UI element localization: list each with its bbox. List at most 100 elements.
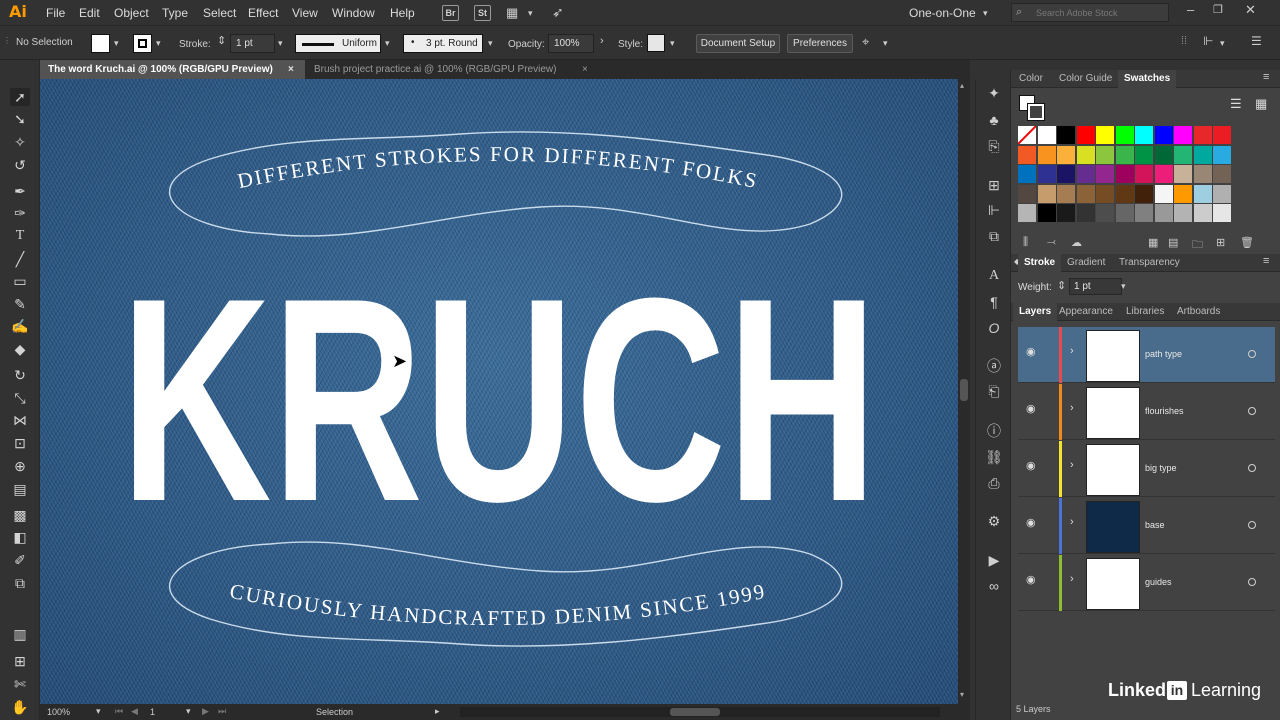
width-tool-icon[interactable]: ⋈ xyxy=(10,411,30,429)
hand-tool-icon[interactable]: ✋ xyxy=(10,698,30,716)
layer-name[interactable]: guides xyxy=(1145,577,1172,587)
style-chevron-icon[interactable]: ▾ xyxy=(670,38,675,49)
color-swatch[interactable] xyxy=(1096,204,1114,222)
pen-tool-icon[interactable]: ✒ xyxy=(10,182,30,200)
artboard-tool-icon[interactable]: ⊞ xyxy=(10,652,30,670)
tab-artboards[interactable]: Artboards xyxy=(1171,303,1226,321)
artboard-chevron-icon[interactable]: ▾ xyxy=(186,706,191,717)
tab-swatches[interactable]: Swatches xyxy=(1118,70,1177,88)
color-swatch[interactable] xyxy=(1018,165,1036,183)
blend-tool-icon[interactable]: ⧉ xyxy=(10,574,30,592)
tab-libraries[interactable]: Libraries xyxy=(1120,303,1170,321)
arrange-icon[interactable]: ⌖ xyxy=(862,34,869,50)
list-view-icon[interactable]: ☰ xyxy=(1230,96,1242,112)
layer-row[interactable]: ◉ › flourishes xyxy=(1018,384,1275,440)
scroll-down-icon[interactable]: ▾ xyxy=(960,690,964,699)
color-swatch[interactable] xyxy=(1057,126,1075,144)
layer-name[interactable]: flourishes xyxy=(1145,406,1184,416)
color-swatch[interactable] xyxy=(1018,145,1036,164)
target-icon[interactable] xyxy=(1248,578,1256,586)
tab-kruch-document[interactable]: The word Kruch.ai @ 100% (RGB/GPU Previe… xyxy=(40,60,305,79)
weight-chevron-icon[interactable]: ▾ xyxy=(1121,281,1126,292)
eye-icon[interactable]: ◉ xyxy=(1026,459,1036,472)
color-swatch[interactable] xyxy=(1213,165,1231,183)
first-artboard-icon[interactable]: ⏮ xyxy=(115,706,123,717)
delete-swatch-icon[interactable]: 🗑 xyxy=(1240,236,1254,249)
expand-chevron-icon[interactable]: › xyxy=(1070,345,1074,357)
target-icon[interactable] xyxy=(1248,350,1256,358)
color-swatch[interactable] xyxy=(1076,126,1095,144)
layer-name[interactable]: base xyxy=(1145,520,1165,530)
color-swatch[interactable] xyxy=(1174,204,1192,222)
document-setup-button[interactable]: Document Setup xyxy=(696,34,780,53)
color-swatch[interactable] xyxy=(1115,204,1134,222)
selection-tool-icon[interactable]: ➚ xyxy=(10,88,30,106)
color-swatch[interactable] xyxy=(1037,204,1056,222)
character-panel-icon[interactable]: A xyxy=(985,267,1003,285)
zoom-level[interactable]: 100% xyxy=(47,707,70,717)
color-swatch[interactable] xyxy=(1213,184,1231,203)
opacity-input[interactable]: 100% xyxy=(548,34,594,53)
paragraph-panel-icon[interactable]: ¶ xyxy=(985,293,1003,311)
tab-gradient[interactable]: Gradient xyxy=(1061,254,1111,272)
brush-chevron-icon[interactable]: ▾ xyxy=(488,38,493,49)
opentype-panel-icon[interactable]: O xyxy=(985,319,1003,337)
layer-row[interactable]: ◉ › guides xyxy=(1018,555,1275,611)
magic-wand-icon[interactable]: ✧ xyxy=(10,133,30,151)
actions-play-icon[interactable]: ▶ xyxy=(985,551,1003,569)
tab-color-guide[interactable]: Color Guide xyxy=(1053,70,1118,88)
add-selected-icon[interactable]: ⤙ xyxy=(1047,236,1056,249)
color-swatch[interactable] xyxy=(1096,126,1114,144)
puppet-warp-icon[interactable]: ✦ xyxy=(985,84,1003,102)
info-panel-icon[interactable]: ⓘ xyxy=(985,422,1003,440)
color-swatch[interactable] xyxy=(1076,184,1095,203)
workspace-chevron-icon[interactable]: ▾ xyxy=(983,8,988,19)
expand-chevron-icon[interactable]: › xyxy=(1070,402,1074,414)
direct-selection-tool-icon[interactable]: ➘ xyxy=(10,110,30,128)
vertical-scrollbar[interactable]: ▴ ▾ xyxy=(958,79,970,704)
expand-chevron-icon[interactable]: › xyxy=(1070,516,1074,528)
eye-icon[interactable]: ◉ xyxy=(1026,573,1036,586)
workspace-switcher[interactable]: One-on-One xyxy=(909,6,976,20)
rectangle-tool-icon[interactable]: ▭ xyxy=(10,272,30,290)
bottom-path-text[interactable]: CURIOUSLY HANDCRAFTED DENIM SINCE 1999 xyxy=(228,579,768,630)
h-scroll-thumb[interactable] xyxy=(670,708,720,716)
swatch-libraries-icon[interactable]: ⫼ xyxy=(1023,236,1028,249)
tab-appearance[interactable]: Appearance xyxy=(1053,303,1119,321)
menu-edit[interactable]: Edit xyxy=(79,6,100,20)
artboard-number[interactable]: 1 xyxy=(150,707,155,717)
bridge-icon[interactable]: Br xyxy=(442,5,459,21)
color-swatch[interactable] xyxy=(1193,184,1212,203)
zoom-chevron-icon[interactable]: ▾ xyxy=(96,706,101,717)
type-tool-icon[interactable]: T xyxy=(10,227,30,245)
curvature-tool-icon[interactable]: ✑ xyxy=(10,204,30,222)
color-swatch[interactable] xyxy=(1018,204,1036,222)
color-swatch[interactable] xyxy=(1096,145,1114,164)
color-swatch[interactable] xyxy=(1096,165,1114,183)
color-swatch[interactable] xyxy=(1174,126,1192,144)
align-icon[interactable]: ⁞⁞ xyxy=(1181,35,1187,47)
shaper-tool-icon[interactable]: ✍ xyxy=(10,317,30,335)
horizontal-scrollbar[interactable] xyxy=(460,707,940,717)
links-panel-icon[interactable]: ⛓ xyxy=(985,448,1003,466)
stroke-profile-dropdown[interactable]: Uniform xyxy=(295,34,381,53)
top-path-text[interactable]: DIFFERENT STROKES FOR DIFFERENT FOLKS xyxy=(235,142,760,193)
layer-row[interactable]: ◉ › base xyxy=(1018,498,1275,554)
minimize-icon[interactable]: – xyxy=(1187,2,1194,17)
color-swatch[interactable] xyxy=(1135,145,1153,164)
color-swatch[interactable] xyxy=(1096,184,1114,203)
tab-layers[interactable]: Layers xyxy=(1013,303,1058,321)
close-tab-icon[interactable]: × xyxy=(288,60,294,79)
glyphs-panel-icon[interactable]: ⓐ xyxy=(985,357,1003,375)
show-kinds-icon[interactable]: ▦ xyxy=(1148,236,1158,249)
menu-type[interactable]: Type xyxy=(162,6,188,20)
chevron-right-icon[interactable]: › xyxy=(600,35,604,47)
gradient-tool-icon[interactable]: ◧ xyxy=(10,528,30,546)
settings-icon[interactable]: ⚙ xyxy=(985,512,1003,530)
stroke-weight-input[interactable]: 1 pt xyxy=(230,34,275,53)
transform-icon[interactable]: ⊩ xyxy=(1203,34,1213,48)
stock-search-field[interactable]: ⌕ Search Adobe Stock xyxy=(1011,3,1169,22)
new-swatch-icon[interactable]: ⊞ xyxy=(1216,236,1225,249)
target-icon[interactable] xyxy=(1248,464,1256,472)
layer-name[interactable]: big type xyxy=(1145,463,1177,473)
